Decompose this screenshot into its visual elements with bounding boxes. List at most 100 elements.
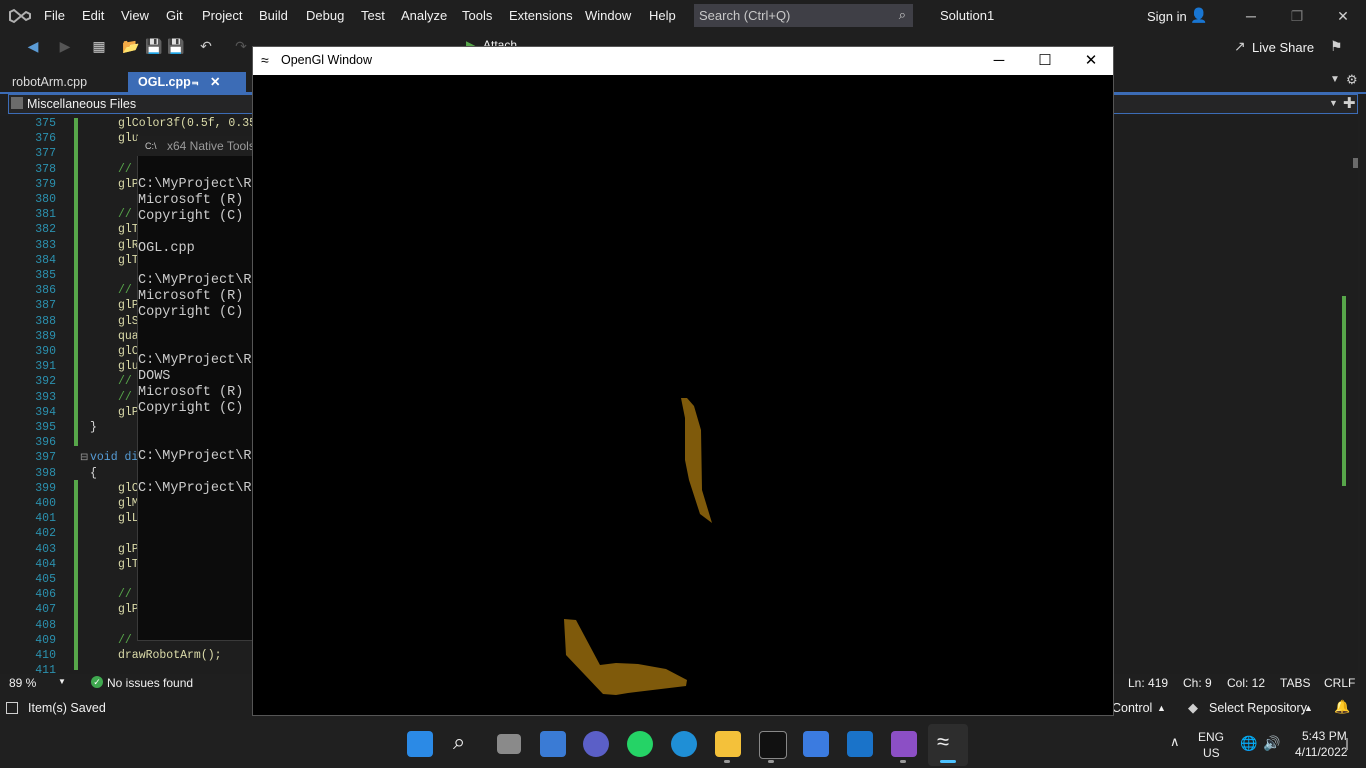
repo-arrow-icon[interactable]: ▲ bbox=[1304, 703, 1313, 713]
sign-in-link[interactable]: Sign in bbox=[1147, 9, 1187, 24]
start-icon[interactable] bbox=[407, 731, 433, 757]
menu-edit[interactable]: Edit bbox=[82, 0, 104, 32]
task-view-icon[interactable] bbox=[497, 734, 521, 754]
live-share-button[interactable]: Live Share bbox=[1252, 40, 1314, 55]
back-icon[interactable]: ◀ bbox=[24, 37, 42, 55]
notification-bell-icon[interactable]: 🔔 bbox=[1334, 699, 1350, 715]
forward-icon[interactable]: ▶ bbox=[56, 37, 74, 55]
file-explorer-icon[interactable] bbox=[715, 731, 741, 757]
source-control-label[interactable]: Control bbox=[1112, 701, 1152, 715]
tab-close-icon[interactable]: ✕ bbox=[210, 72, 220, 92]
menu-analyze[interactable]: Analyze bbox=[401, 0, 447, 32]
menu-project[interactable]: Project bbox=[202, 0, 242, 32]
menu-view[interactable]: View bbox=[121, 0, 149, 32]
close-icon[interactable]: ✕ bbox=[1320, 0, 1366, 32]
scroll-thumb[interactable] bbox=[1353, 158, 1358, 168]
undo-icon[interactable]: ↶ bbox=[197, 37, 215, 55]
clock-date[interactable]: 4/11/2022 bbox=[1295, 745, 1348, 759]
line-ending[interactable]: CRLF bbox=[1324, 676, 1355, 690]
whatsapp-icon[interactable] bbox=[627, 731, 653, 757]
nav-dropdown-icon[interactable]: ▼ bbox=[1329, 98, 1338, 108]
split-icon[interactable]: ✚ bbox=[1343, 94, 1356, 112]
console-line: Copyright (C) M bbox=[138, 209, 260, 224]
opengl-app-icon[interactable]: ≈ bbox=[937, 729, 949, 755]
line-number: 391 bbox=[35, 360, 56, 374]
redo-icon[interactable]: ↷ bbox=[232, 37, 250, 55]
console-line: OGL.cpp bbox=[138, 241, 195, 256]
select-repository[interactable]: Select Repository bbox=[1209, 701, 1307, 715]
clock-time[interactable]: 5:43 PM bbox=[1302, 729, 1347, 743]
console-titlebar[interactable]: C:\ x64 Native Tools bbox=[137, 136, 257, 156]
collapse-icon[interactable]: ⊟ bbox=[80, 452, 88, 463]
menu-extensions[interactable]: Extensions bbox=[509, 0, 573, 32]
show-desktop-button[interactable] bbox=[1346, 738, 1348, 750]
issues-status[interactable]: No issues found bbox=[107, 676, 193, 690]
zoom-dropdown-icon[interactable]: ▼ bbox=[58, 677, 66, 686]
code-line: glu bbox=[118, 132, 139, 146]
mail-icon[interactable] bbox=[847, 731, 873, 757]
new-project-icon[interactable]: ▦ bbox=[90, 37, 108, 55]
code-line: } bbox=[90, 421, 97, 434]
line-number: 377 bbox=[35, 147, 56, 161]
pin-icon[interactable]: ⫬ bbox=[192, 72, 198, 92]
gl-maximize-icon[interactable]: ☐ bbox=[1022, 47, 1068, 75]
visual-studio-taskbar-icon[interactable] bbox=[891, 731, 917, 757]
open-file-icon[interactable]: 📂 bbox=[122, 37, 140, 55]
line-number: 407 bbox=[35, 603, 56, 617]
line-number: 410 bbox=[35, 649, 56, 662]
network-icon[interactable]: 🌐 bbox=[1240, 735, 1257, 752]
source-control-arrow-icon[interactable]: ▲ bbox=[1157, 703, 1166, 713]
console-line: C:\MyProject\R bbox=[138, 449, 252, 464]
edge-icon[interactable] bbox=[671, 731, 697, 757]
menu-window[interactable]: Window bbox=[585, 0, 631, 32]
nav-scope[interactable]: Miscellaneous Files bbox=[27, 97, 136, 111]
indent-mode[interactable]: TABS bbox=[1280, 676, 1310, 690]
minimize-icon[interactable]: ─ bbox=[1228, 0, 1274, 32]
menu-file[interactable]: File bbox=[44, 0, 65, 32]
repo-icon[interactable]: ◆ bbox=[1188, 700, 1198, 716]
terminal-icon[interactable] bbox=[759, 731, 787, 759]
tab-robotarm[interactable]: robotArm.cpp bbox=[2, 72, 97, 92]
gl-close-icon[interactable]: ✕ bbox=[1068, 47, 1114, 75]
account-icon[interactable]: 👤 bbox=[1190, 7, 1207, 24]
restore-icon[interactable]: ❐ bbox=[1274, 0, 1320, 32]
console-line: C:\MyProject\R bbox=[138, 481, 252, 496]
tab-dropdown-icon[interactable]: ▼ bbox=[1330, 74, 1340, 85]
tab-ogl[interactable]: OGL.cpp ⫬ ✕ bbox=[128, 72, 246, 92]
console-line: Microsoft (R) I bbox=[138, 289, 260, 304]
widgets-icon[interactable] bbox=[540, 731, 566, 757]
console-line: Microsoft (R) ( bbox=[138, 193, 260, 208]
language-primary[interactable]: ENG bbox=[1198, 730, 1224, 744]
menu-test[interactable]: Test bbox=[361, 0, 385, 32]
menu-help[interactable]: Help bbox=[649, 0, 676, 32]
gl-minimize-icon[interactable]: ─ bbox=[976, 47, 1022, 75]
menu-tools[interactable]: Tools bbox=[462, 0, 492, 32]
save-icon[interactable]: 💾 bbox=[145, 37, 163, 55]
search-box[interactable]: Search (Ctrl+Q) ⌕ bbox=[694, 4, 913, 27]
opengl-canvas[interactable] bbox=[253, 75, 1113, 715]
save-all-icon[interactable]: 💾 bbox=[167, 37, 185, 55]
char-number: Ch: 9 bbox=[1183, 676, 1212, 690]
menu-build[interactable]: Build bbox=[259, 0, 288, 32]
code-line: // bbox=[118, 284, 132, 298]
teams-chat-icon[interactable] bbox=[583, 731, 609, 757]
console-line: C:\MyProject\R bbox=[138, 177, 252, 192]
line-number: 382 bbox=[35, 223, 56, 237]
store-icon[interactable] bbox=[803, 731, 829, 757]
tray-chevron-icon[interactable]: ∧ bbox=[1170, 734, 1180, 750]
feedback-icon[interactable]: ⚑ bbox=[1330, 38, 1343, 55]
code-line: // bbox=[118, 588, 132, 602]
search-taskbar-icon[interactable]: ⌕ bbox=[453, 729, 465, 755]
language-secondary[interactable]: US bbox=[1203, 746, 1220, 760]
line-number: Ln: 419 bbox=[1128, 676, 1169, 690]
zoom-level[interactable]: 89 % bbox=[9, 676, 36, 690]
menu-debug[interactable]: Debug bbox=[306, 0, 344, 32]
volume-icon[interactable]: 🔊 bbox=[1263, 735, 1280, 752]
menu-git[interactable]: Git bbox=[166, 0, 183, 32]
visual-studio-logo-icon[interactable] bbox=[8, 6, 32, 26]
settings-gear-icon[interactable]: ⚙ bbox=[1346, 72, 1358, 88]
status-message: Item(s) Saved bbox=[28, 701, 106, 715]
scroll-marker bbox=[1342, 296, 1346, 486]
line-number: 394 bbox=[35, 405, 56, 419]
live-share-icon[interactable]: ↗ bbox=[1234, 38, 1246, 55]
